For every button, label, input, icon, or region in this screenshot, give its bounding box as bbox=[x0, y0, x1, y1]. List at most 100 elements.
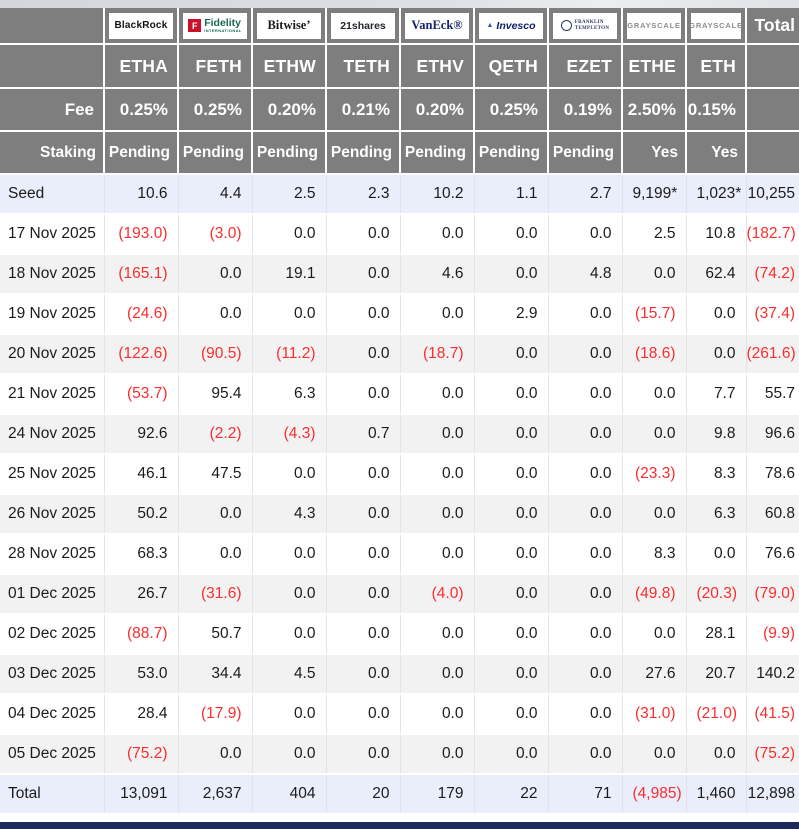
cell-teth: 0.0 bbox=[326, 654, 401, 695]
cell-ethv: 10.2 bbox=[400, 174, 475, 215]
cell-ethe: 2.5 bbox=[622, 214, 687, 255]
fidelity-wordmark: Fidelity bbox=[204, 16, 241, 29]
cell-ethv: 0.0 bbox=[400, 214, 475, 255]
cell-eth: 0.0 bbox=[686, 734, 747, 775]
bitwise-wordmark: Bitwise’ bbox=[267, 18, 311, 32]
cell-total: 10,255 bbox=[746, 174, 799, 215]
staking-ethw: Pending bbox=[251, 130, 327, 175]
staking-ezet: Pending bbox=[547, 130, 623, 175]
cell-ethw: 0.0 bbox=[252, 534, 327, 575]
staking-ethv: Pending bbox=[399, 130, 475, 175]
cell-eth: 62.4 bbox=[686, 254, 747, 295]
cell-total: (41.5) bbox=[746, 694, 799, 735]
table-row-25-nov-2025: 25 Nov 2025 46.1 47.5 0.0 0.0 0.0 0.0 0.0 (23.3)… bbox=[0, 454, 799, 495]
ticker-ethe: ETHE bbox=[621, 43, 687, 89]
cell-feth: (90.5) bbox=[178, 334, 253, 375]
cell-eth: (21.0) bbox=[686, 694, 747, 735]
cell-teth: 0.0 bbox=[326, 534, 401, 575]
ticker-total-empty bbox=[745, 43, 799, 89]
table-body: Seed 10.6 4.4 2.5 2.3 10.2 1.1 2.7 9,199* 1,023* 1… bbox=[0, 174, 799, 815]
ticker-ezet: EZET bbox=[547, 43, 623, 89]
staking-eth: Yes bbox=[685, 130, 747, 175]
cell-ethw: 0.0 bbox=[252, 574, 327, 615]
cell-teth: 0.0 bbox=[326, 694, 401, 735]
cell-eth: 6.3 bbox=[686, 494, 747, 535]
cell-teth: 0.0 bbox=[326, 454, 401, 495]
ticker-row: ETHA FETH ETHW TETH ETHV QETH EZET ETHE ETH bbox=[0, 43, 799, 89]
franklin-line2: TEMPLETON bbox=[574, 25, 610, 31]
table-row-26-nov-2025: 26 Nov 2025 50.2 0.0 4.3 0.0 0.0 0.0 0.0 0.0 6.3 6… bbox=[0, 494, 799, 535]
cell-total: 60.8 bbox=[746, 494, 799, 535]
cell-ethe: 0.0 bbox=[622, 734, 687, 775]
cell-ezet: 0.0 bbox=[548, 414, 623, 455]
cell-etha: (165.1) bbox=[104, 254, 179, 295]
row-label-20-nov-2025: 20 Nov 2025 bbox=[0, 334, 105, 375]
cell-qeth: 0.0 bbox=[474, 214, 549, 255]
cell-ethe: 27.6 bbox=[622, 654, 687, 695]
cell-total: 55.7 bbox=[746, 374, 799, 415]
cell-ethw: 0.0 bbox=[252, 294, 327, 335]
cell-teth: 0.7 bbox=[326, 414, 401, 455]
grayscale-wordmark: GRAYSCALE bbox=[627, 21, 681, 30]
franklin-templeton-logo: FRANKLIN TEMPLETON bbox=[553, 12, 617, 39]
cell-ethe: 9,199* bbox=[622, 174, 687, 215]
cell-feth: 0.0 bbox=[178, 494, 253, 535]
cell-total: 96.6 bbox=[746, 414, 799, 455]
grayscale-logo: GRAYSCALE bbox=[627, 12, 681, 39]
21shares-logo: 21shares bbox=[331, 12, 395, 39]
cell-teth: 2.3 bbox=[326, 174, 401, 215]
cell-ezet: 0.0 bbox=[548, 334, 623, 375]
fidelity-subtext: INTERNATIONAL bbox=[204, 28, 242, 34]
cell-eth: 20.7 bbox=[686, 654, 747, 695]
cell-feth: (31.6) bbox=[178, 574, 253, 615]
cell-total: 78.6 bbox=[746, 454, 799, 495]
cell-total: (79.0) bbox=[746, 574, 799, 615]
ticker-ethw: ETHW bbox=[251, 43, 327, 89]
cell-teth: 0.0 bbox=[326, 734, 401, 775]
row-label-26-nov-2025: 26 Nov 2025 bbox=[0, 494, 105, 535]
cell-ethv: 0.0 bbox=[400, 734, 475, 775]
cell-ethw: 0.0 bbox=[252, 614, 327, 655]
cell-qeth: 0.0 bbox=[474, 494, 549, 535]
cell-qeth: 22 bbox=[474, 774, 549, 815]
table-row-20-nov-2025: 20 Nov 2025 (122.6) (90.5) (11.2) 0.0 (18.7) 0… bbox=[0, 334, 799, 375]
cell-feth: (17.9) bbox=[178, 694, 253, 735]
cell-ethe: (31.0) bbox=[622, 694, 687, 735]
cell-total: 140.2 bbox=[746, 654, 799, 695]
cell-feth: 2,637 bbox=[178, 774, 253, 815]
cell-feth: (3.0) bbox=[178, 214, 253, 255]
cell-ethe: (18.6) bbox=[622, 334, 687, 375]
issuer-cell-eth: GRAYSCALE bbox=[685, 8, 747, 45]
cell-feth: 0.0 bbox=[178, 534, 253, 575]
etf-flow-table: BlackRock F Fidelity INTERNATIONAL Bitwise’ 2… bbox=[0, 8, 799, 815]
table-row-seed: Seed 10.6 4.4 2.5 2.3 10.2 1.1 2.7 9,199* 1,023* 1… bbox=[0, 174, 799, 215]
table-row-17-nov-2025: 17 Nov 2025 (193.0) (3.0) 0.0 0.0 0.0 0.0 0.0 2.… bbox=[0, 214, 799, 255]
cell-etha: (75.2) bbox=[104, 734, 179, 775]
cell-total: (75.2) bbox=[746, 734, 799, 775]
grayscale-wordmark: GRAYSCALE bbox=[689, 21, 743, 30]
cell-ethw: 0.0 bbox=[252, 694, 327, 735]
cell-ethv: (18.7) bbox=[400, 334, 475, 375]
cell-feth: 95.4 bbox=[178, 374, 253, 415]
cell-ezet: 2.7 bbox=[548, 174, 623, 215]
cell-feth: 0.0 bbox=[178, 734, 253, 775]
cell-feth: 34.4 bbox=[178, 654, 253, 695]
cell-etha: 13,091 bbox=[104, 774, 179, 815]
cell-ezet: 0.0 bbox=[548, 374, 623, 415]
cell-ethw: 0.0 bbox=[252, 214, 327, 255]
cell-qeth: 0.0 bbox=[474, 614, 549, 655]
cell-ezet: 0.0 bbox=[548, 454, 623, 495]
cell-ethv: 0.0 bbox=[400, 494, 475, 535]
staking-teth: Pending bbox=[325, 130, 401, 175]
cell-ethe: 0.0 bbox=[622, 414, 687, 455]
cell-ethw: 4.5 bbox=[252, 654, 327, 695]
row-label-18-nov-2025: 18 Nov 2025 bbox=[0, 254, 105, 295]
cell-feth: 0.0 bbox=[178, 294, 253, 335]
fee-feth: 0.25% bbox=[177, 87, 253, 132]
cell-etha: (88.7) bbox=[104, 614, 179, 655]
cell-etha: (193.0) bbox=[104, 214, 179, 255]
cell-ethe: (4,985) bbox=[622, 774, 687, 815]
cell-ethv: 0.0 bbox=[400, 454, 475, 495]
row-label-03-dec-2025: 03 Dec 2025 bbox=[0, 654, 105, 695]
row-label-24-nov-2025: 24 Nov 2025 bbox=[0, 414, 105, 455]
